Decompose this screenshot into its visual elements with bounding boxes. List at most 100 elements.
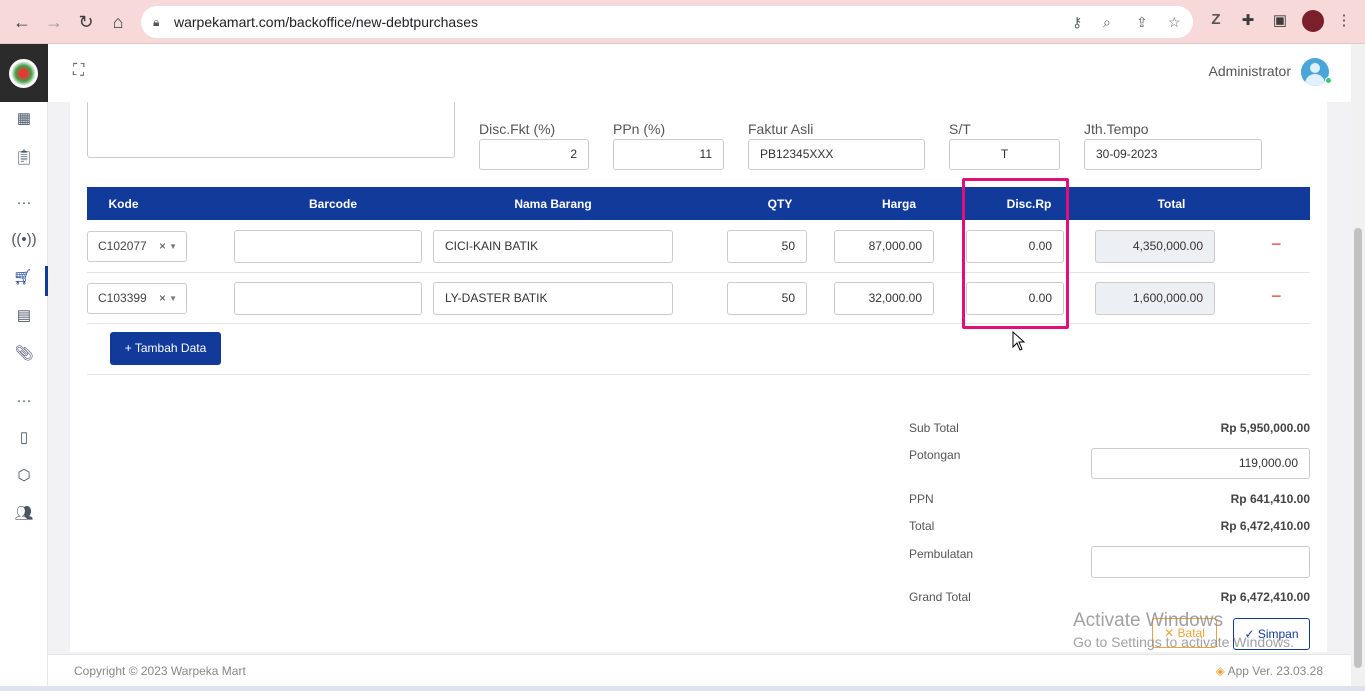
- kode-select[interactable]: C102077 × ▼: [87, 231, 187, 262]
- users-icon[interactable]: 👥︎: [0, 504, 48, 522]
- disc-fkt-label: Disc.Fkt (%): [479, 121, 556, 137]
- row-divider: [87, 272, 1310, 273]
- attachment-icon[interactable]: 📎︎: [0, 344, 48, 362]
- book-icon[interactable]: ▯: [0, 428, 48, 446]
- row-divider: [87, 323, 1310, 324]
- tambah-data-label: Tambah Data: [134, 341, 207, 355]
- more-dots-icon-2: ···: [16, 392, 32, 409]
- delete-row-icon[interactable]: −: [1271, 286, 1282, 307]
- notes-textarea[interactable]: [87, 102, 455, 158]
- barcode-input[interactable]: [234, 282, 422, 315]
- home-icon[interactable]: ⌂: [107, 11, 129, 33]
- key-icon[interactable]: ⚷: [1072, 6, 1082, 38]
- reload-icon[interactable]: ↻: [75, 11, 97, 33]
- potongan-input[interactable]: 119,000.00: [1091, 448, 1310, 479]
- fullscreen-icon[interactable]: ⛶: [73, 62, 84, 80]
- qty-input[interactable]: 50: [727, 282, 807, 315]
- kode-value: C102077: [98, 239, 147, 253]
- layers-icon: ◈: [1215, 664, 1228, 678]
- plus-icon: +: [124, 341, 135, 355]
- row-divider: [87, 374, 1310, 375]
- windows-activation-watermark: Activate Windows Go to Settings to activ…: [1073, 610, 1294, 650]
- nama-barang-input[interactable]: CICI-KAIN BATIK: [433, 230, 673, 263]
- address-bar[interactable]: 🔒︎ warpekamart.com/backoffice/new-debtpu…: [141, 6, 1193, 38]
- st-input[interactable]: T: [949, 139, 1060, 170]
- items-table-header: Kode Barcode Nama Barang QTY Harga Disc.…: [87, 187, 1310, 220]
- barcode-input[interactable]: [234, 230, 422, 263]
- app-footer: Copyright © 2023 Warpeka Mart ◈ App Ver.…: [48, 654, 1351, 686]
- grand-total-label: Grand Total: [909, 590, 971, 604]
- cart-icon[interactable]: 🛒︎: [0, 266, 48, 296]
- col-kode: Kode: [108, 197, 139, 211]
- faktur-asli-input[interactable]: PB12345XXX: [748, 139, 925, 170]
- pembulatan-input[interactable]: [1091, 546, 1310, 578]
- calculator-icon[interactable]: ▤: [0, 306, 48, 324]
- extensions-puzzle-icon[interactable]: ✚: [1238, 11, 1258, 29]
- copyright-text: Copyright © 2023 Warpeka Mart: [74, 664, 246, 678]
- side-panel-icon[interactable]: ▣: [1270, 11, 1290, 29]
- col-harga: Harga: [881, 197, 916, 211]
- share-icon[interactable]: ⇪: [1136, 6, 1148, 38]
- watermark-line2: Go to Settings to activate Windows.: [1073, 634, 1294, 650]
- page-scrollbar[interactable]: [1351, 44, 1365, 691]
- online-status-dot: [1325, 77, 1332, 84]
- back-icon[interactable]: ←: [11, 11, 33, 33]
- os-taskbar-edge: [0, 686, 1365, 691]
- tambah-data-button[interactable]: + Tambah Data: [110, 332, 221, 365]
- main-content: Disc.Fkt (%) 2 PPn (%) 11 Faktur Asli PB…: [48, 102, 1351, 654]
- sidebar: ▦ 📋︎ ··· ((•)) 🛒︎ ▤ 📎︎ ··· ▯ ⬡ 👥︎: [0, 44, 48, 691]
- watermark-line1: Activate Windows: [1073, 610, 1223, 631]
- chevron-down-icon[interactable]: ▼: [169, 284, 177, 313]
- url-text: warpekamart.com/backoffice/new-debtpurch…: [174, 14, 479, 30]
- lock-icon: 🔒︎: [153, 15, 160, 29]
- disc-fkt-input[interactable]: 2: [479, 139, 589, 170]
- clear-icon[interactable]: ×: [159, 232, 166, 261]
- col-nama-barang: Nama Barang: [514, 197, 592, 211]
- harga-input[interactable]: 32,000.00: [834, 282, 934, 315]
- col-barcode: Barcode: [308, 197, 358, 211]
- user-name[interactable]: Administrator: [1209, 63, 1291, 79]
- kode-value: C103399: [98, 291, 147, 305]
- delete-row-icon[interactable]: −: [1271, 234, 1282, 255]
- harga-input[interactable]: 87,000.00: [834, 230, 934, 263]
- bookmark-star-icon[interactable]: ☆: [1168, 6, 1181, 38]
- st-label: S/T: [949, 121, 971, 137]
- sub-total-value: Rp 5,950,000.00: [1220, 421, 1310, 435]
- app-header: ⛶ Administrator: [48, 44, 1351, 102]
- clear-icon[interactable]: ×: [159, 284, 166, 313]
- total-value: Rp 6,472,410.00: [1220, 519, 1310, 533]
- dashboard-icon[interactable]: ▦: [0, 109, 48, 127]
- potongan-label: Potongan: [909, 448, 961, 462]
- package-icon[interactable]: ⬡: [0, 466, 48, 484]
- ppn-percent-input[interactable]: 11: [613, 139, 724, 170]
- qty-input[interactable]: 50: [727, 230, 807, 263]
- broadcast-icon[interactable]: ((•)): [0, 231, 48, 248]
- pembulatan-label: Pembulatan: [909, 547, 974, 561]
- profile-avatar[interactable]: [1302, 10, 1324, 32]
- clipboard-icon[interactable]: 📋︎: [0, 148, 48, 166]
- zoom-icon[interactable]: ⌕: [1103, 6, 1111, 38]
- disc-rp-highlight-box: [962, 178, 1069, 329]
- kode-select[interactable]: C103399 × ▼: [87, 283, 187, 314]
- mouse-cursor-icon: [1012, 331, 1026, 351]
- jth-tempo-label: Jth.Tempo: [1084, 121, 1149, 137]
- nama-barang-input[interactable]: LY-DASTER BATIK: [433, 282, 673, 315]
- app-logo[interactable]: [0, 44, 48, 102]
- faktur-asli-label: Faktur Asli: [748, 121, 814, 137]
- app-version: ◈ App Ver. 23.03.28: [1216, 664, 1323, 678]
- scrollbar-thumb[interactable]: [1354, 228, 1362, 668]
- col-qty: QTY: [767, 197, 793, 211]
- total-field: 4,350,000.00: [1095, 230, 1215, 263]
- browser-menu-icon[interactable]: ⋮: [1334, 11, 1354, 29]
- forward-icon[interactable]: →: [43, 11, 65, 33]
- chevron-down-icon[interactable]: ▼: [169, 232, 177, 261]
- grand-total-value: Rp 6,472,410.00: [1220, 590, 1310, 604]
- ppn-percent-label: PPn (%): [613, 121, 666, 137]
- jth-tempo-input[interactable]: 30-09-2023: [1084, 139, 1262, 170]
- purchase-form-card: Disc.Fkt (%) 2 PPn (%) 11 Faktur Asli PB…: [70, 102, 1327, 652]
- col-total: Total: [1157, 197, 1186, 211]
- total-label: Total: [909, 519, 935, 533]
- more-dots-icon: ···: [16, 194, 32, 211]
- browser-toolbar: ← → ↻ ⌂ 🔒︎ warpekamart.com/backoffice/ne…: [0, 0, 1365, 44]
- extension-z-icon[interactable]: Z: [1206, 11, 1226, 28]
